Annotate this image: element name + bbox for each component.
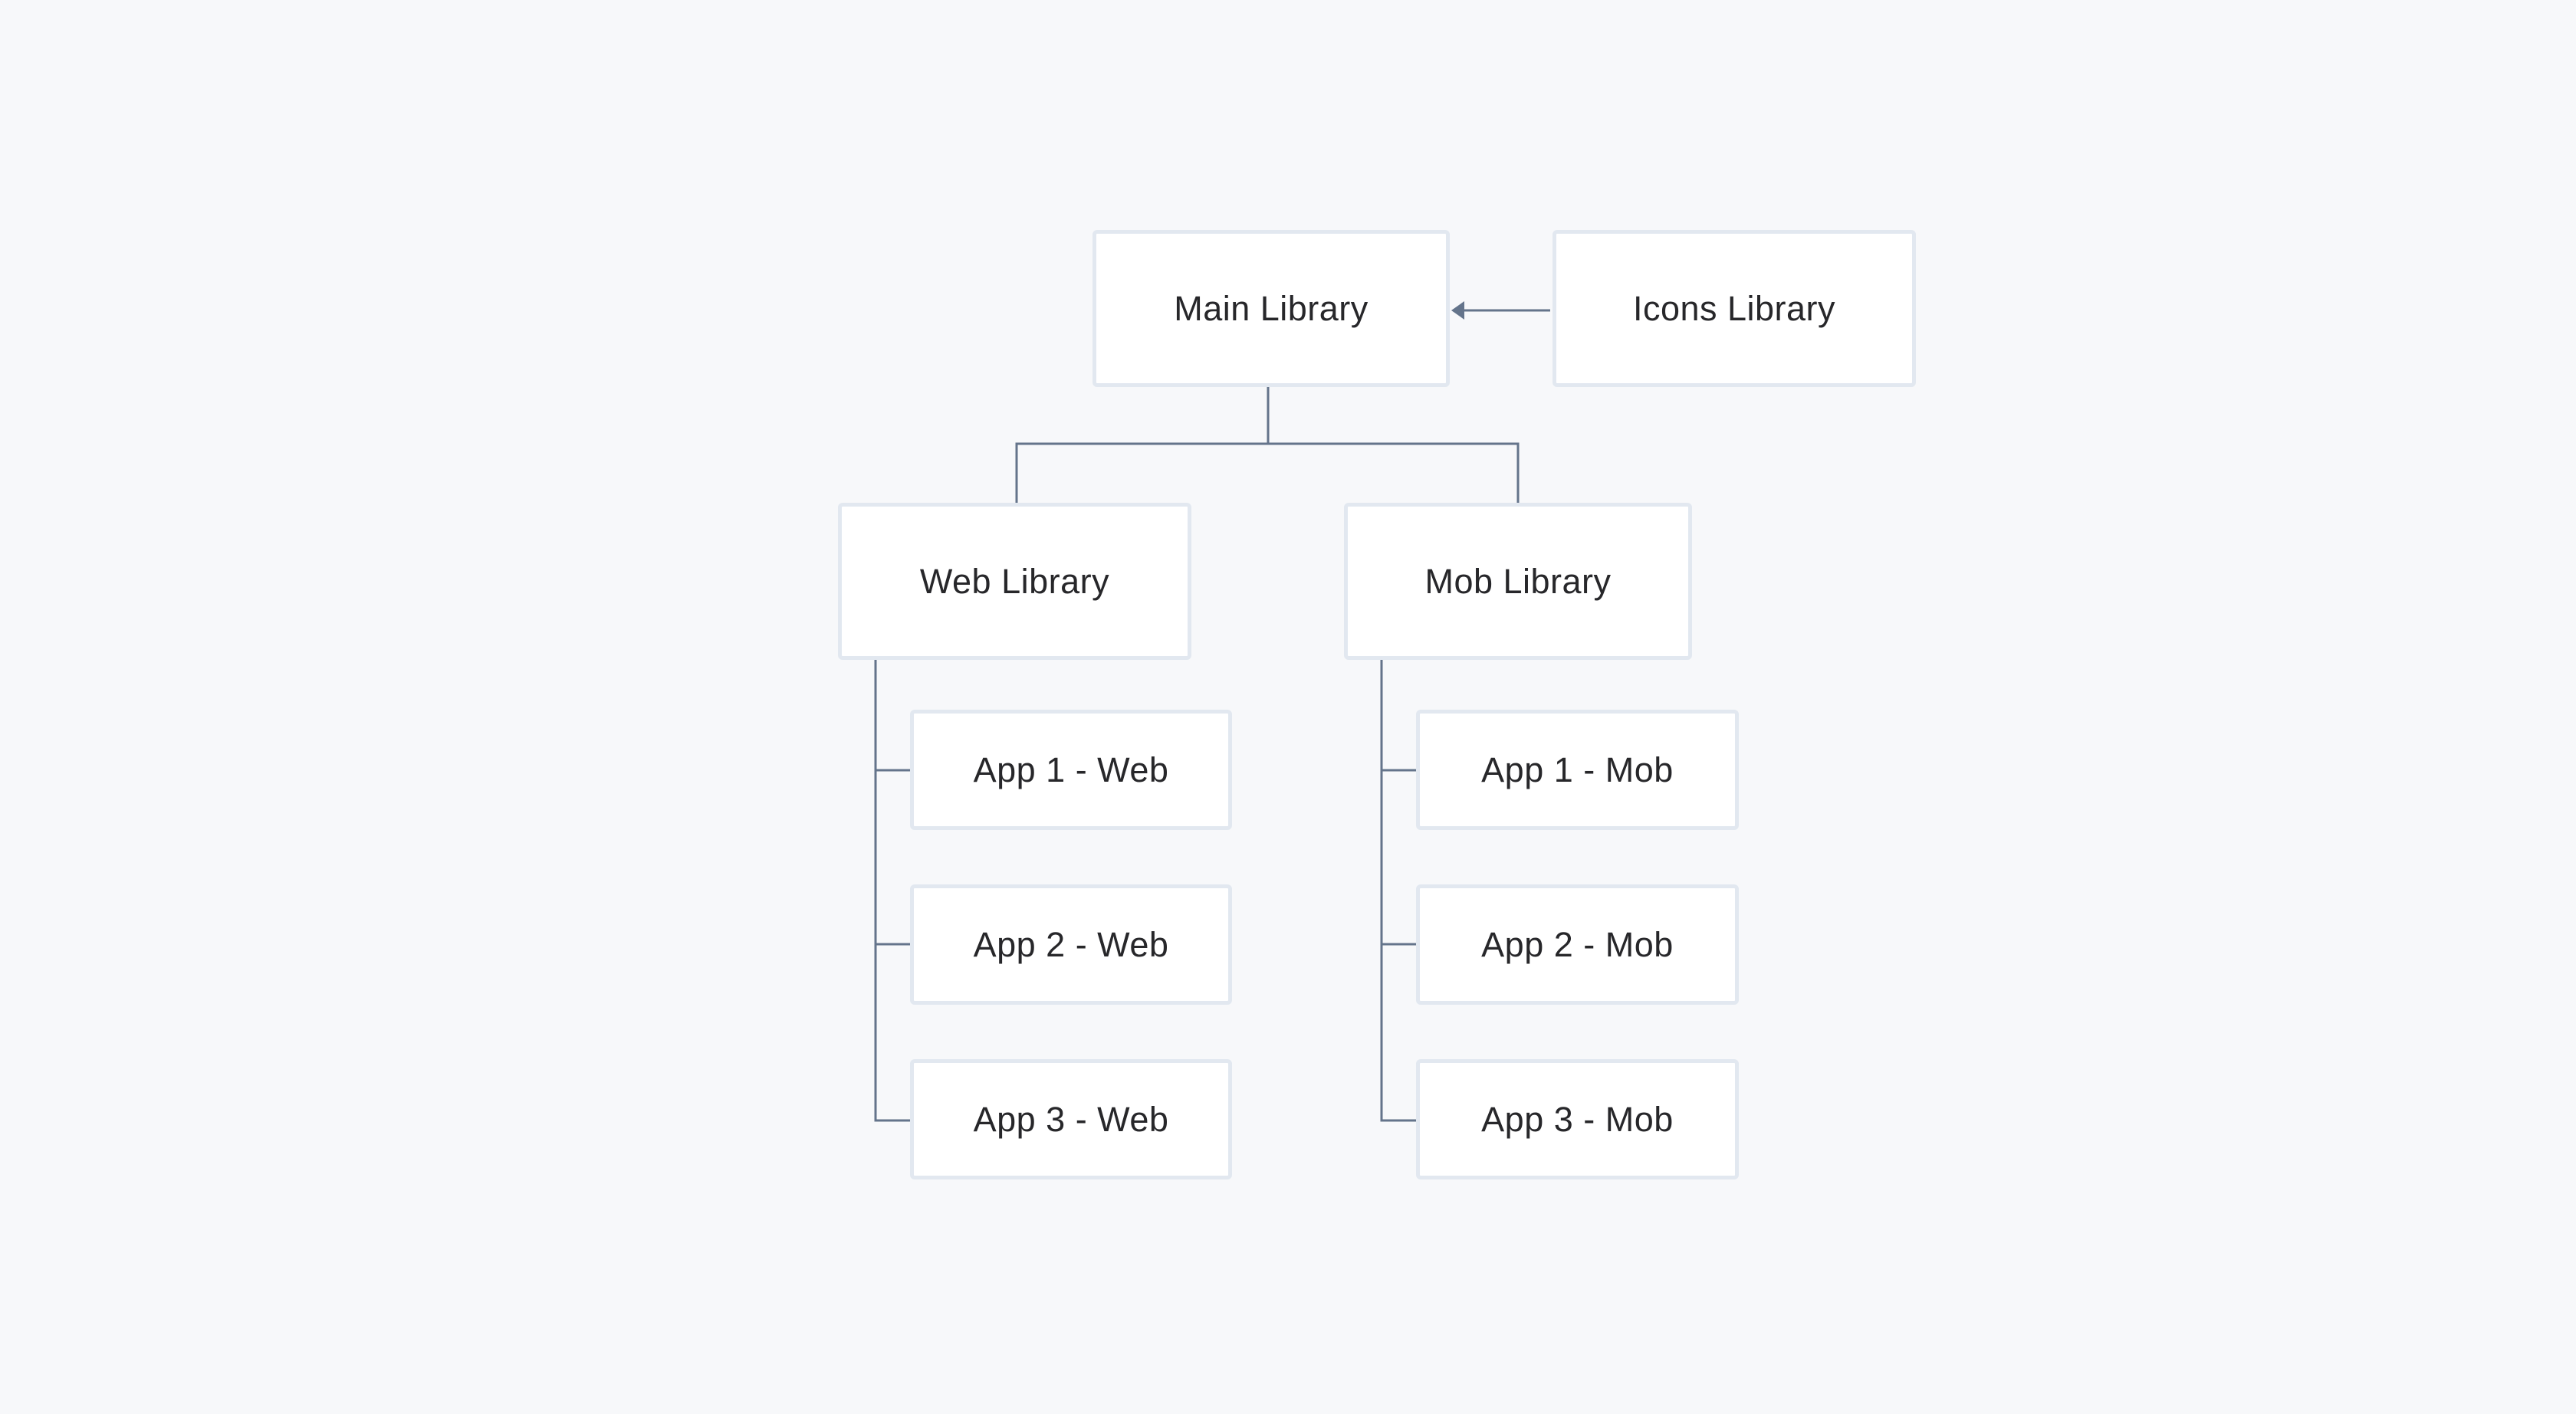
node-app2-web[interactable]: App 2 - Web bbox=[910, 884, 1232, 1005]
node-label: App 2 - Web bbox=[973, 924, 1169, 964]
node-mob-library[interactable]: Mob Library bbox=[1344, 503, 1692, 660]
node-app1-mob[interactable]: App 1 - Mob bbox=[1416, 710, 1739, 830]
node-label: App 3 - Web bbox=[973, 1099, 1169, 1139]
edge-main-children bbox=[1015, 386, 1270, 503]
node-main-library[interactable]: Main Library bbox=[1092, 230, 1450, 387]
node-app1-web[interactable]: App 1 - Web bbox=[910, 710, 1232, 830]
edge-web-apps bbox=[874, 660, 910, 1122]
node-label: Icons Library bbox=[1632, 288, 1836, 328]
node-label: Web Library bbox=[919, 561, 1110, 601]
node-label: App 1 - Mob bbox=[1481, 750, 1674, 789]
arrow-head-icon bbox=[1451, 301, 1464, 320]
edge-mob-apps bbox=[1380, 660, 1416, 1122]
node-label: App 3 - Mob bbox=[1481, 1099, 1674, 1139]
node-app2-mob[interactable]: App 2 - Mob bbox=[1416, 884, 1739, 1005]
connectors bbox=[874, 301, 1550, 1122]
node-label: Mob Library bbox=[1424, 561, 1612, 601]
node-icons-library[interactable]: Icons Library bbox=[1552, 230, 1916, 387]
node-label: Main Library bbox=[1174, 288, 1368, 328]
node-label: App 1 - Web bbox=[973, 750, 1169, 789]
node-label: App 2 - Mob bbox=[1481, 924, 1674, 964]
node-app3-web[interactable]: App 3 - Web bbox=[910, 1059, 1232, 1179]
edge-main-mob bbox=[1268, 442, 1520, 503]
node-web-library[interactable]: Web Library bbox=[838, 503, 1191, 660]
node-app3-mob[interactable]: App 3 - Mob bbox=[1416, 1059, 1739, 1179]
